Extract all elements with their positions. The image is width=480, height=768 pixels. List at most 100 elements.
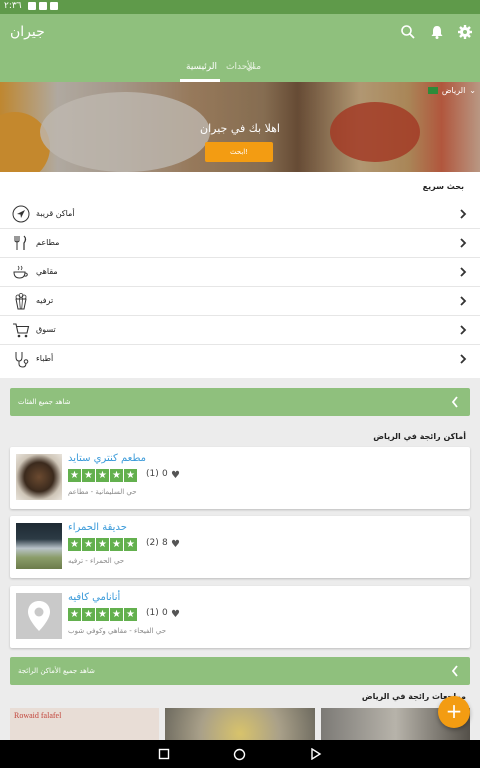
review-photos-strip: Rowaid falafel xyxy=(10,708,470,740)
chevron-right-icon xyxy=(460,354,467,364)
place-meta: حي الفيحاء - مقاهي وكوفي شوب xyxy=(68,627,167,635)
chevron-right-icon xyxy=(460,296,467,306)
place-name[interactable]: أنانامي كافيه xyxy=(68,592,120,603)
star-icon: ★ xyxy=(110,469,123,482)
photo-caption: Rowaid falafel xyxy=(14,711,62,720)
star-icon: ★ xyxy=(110,608,123,621)
chevron-down-icon: ⌄ xyxy=(469,86,476,95)
quick-item-doctors[interactable]: أطباء xyxy=(0,345,480,374)
quick-item-cafes[interactable]: مقاهي xyxy=(0,258,480,287)
star-icon: ★ xyxy=(124,538,137,551)
star-icon: ★ xyxy=(96,608,109,621)
star-icon: ★ xyxy=(96,469,109,482)
place-thumbnail xyxy=(16,523,62,569)
system-nav-bar xyxy=(0,740,480,768)
star-icon: ★ xyxy=(82,538,95,551)
chevron-right-icon xyxy=(460,267,467,277)
navigation-arrow-icon xyxy=(12,205,30,223)
quick-item-label: أماكن قريبة xyxy=(36,209,75,218)
place-rating-stars: ★ ★ ★ ★ ★ xyxy=(68,538,137,551)
chevron-right-icon xyxy=(460,238,467,248)
likes-count: 8 xyxy=(162,538,168,548)
quick-item-label: مطاعم xyxy=(36,238,60,247)
city-selector[interactable]: الرياض ⌄ xyxy=(427,86,476,95)
rating-count: (2) xyxy=(146,538,159,548)
home-icon[interactable] xyxy=(233,748,246,761)
place-thumbnail xyxy=(16,593,62,639)
quick-item-label: تسوق xyxy=(36,325,56,334)
stethoscope-icon xyxy=(15,352,29,368)
star-icon: ★ xyxy=(110,538,123,551)
likes-count: 0 xyxy=(162,608,168,618)
place-thumbnail xyxy=(16,454,62,500)
tab-home[interactable]: الرئيسية xyxy=(186,62,217,72)
heart-icon[interactable]: ♥ xyxy=(171,539,180,550)
settings-gear-icon[interactable] xyxy=(457,24,473,40)
map-pin-icon xyxy=(28,601,50,631)
quick-search-panel: بحث سريع أماكن قريبة مطاعم مقاهي ترفيه ت… xyxy=(0,172,480,378)
view-all-trending-label: شاهد جميع الأماكن الرائجة xyxy=(18,667,95,675)
review-photo[interactable]: Rowaid falafel xyxy=(10,708,160,740)
heart-icon[interactable]: ♥ xyxy=(171,609,180,620)
chevron-right-icon xyxy=(460,209,467,219)
place-rating-stars: ★ ★ ★ ★ ★ xyxy=(68,608,137,621)
quick-item-label: أطباء xyxy=(36,354,54,363)
app-bar: جيران مني الأحداث الرئيسية xyxy=(0,14,480,82)
view-all-categories-label: شاهد جميع الفئات xyxy=(18,398,71,406)
hero-banner: الرياض ⌄ اهلا بك في جيران ابحث! xyxy=(0,82,480,172)
app-title: جيران xyxy=(10,24,45,40)
tab-bar: مني الأحداث الرئيسية xyxy=(0,54,480,82)
flag-icon xyxy=(427,87,438,94)
tab-events[interactable]: الأحداث xyxy=(226,62,255,72)
place-card[interactable]: أنانامي كافيه ★ ★ ★ ★ ★ (1) 0 ♥ حي الفيحاء -… xyxy=(10,586,470,648)
view-all-categories-button[interactable]: شاهد جميع الفئات xyxy=(10,388,470,416)
place-card[interactable]: مطعم كنتري ستايد ★ ★ ★ ★ ★ (1) 0 ♥ حي السليم… xyxy=(10,447,470,509)
search-icon[interactable] xyxy=(400,24,416,40)
fork-knife-icon xyxy=(14,235,27,250)
search-cta-button[interactable]: ابحث! xyxy=(205,142,273,162)
trending-places-title: أماكن رائجة في الرياض xyxy=(373,432,466,441)
rating-count: (1) xyxy=(146,608,159,618)
review-photo[interactable] xyxy=(165,708,315,740)
place-meta: حي السليمانية - مطاعم xyxy=(68,488,137,496)
star-icon: ★ xyxy=(124,608,137,621)
star-icon: ★ xyxy=(96,538,109,551)
status-time: ٢:٣٦ xyxy=(4,1,22,11)
welcome-text: اهلا بك في جيران xyxy=(200,122,280,135)
place-rating-stars: ★ ★ ★ ★ ★ xyxy=(68,469,137,482)
likes-count: 0 xyxy=(162,469,168,479)
location-icon xyxy=(50,2,58,10)
heart-icon[interactable]: ♥ xyxy=(171,470,180,481)
status-icons xyxy=(28,2,58,10)
star-icon: ★ xyxy=(68,608,81,621)
place-name[interactable]: حديقة الحمراء xyxy=(68,522,127,533)
wifi-icon xyxy=(39,2,47,10)
status-bar: ٢:٣٦ xyxy=(0,0,480,14)
star-icon: ★ xyxy=(82,469,95,482)
quick-item-restaurants[interactable]: مطاعم xyxy=(0,229,480,258)
chevron-left-icon xyxy=(451,396,458,408)
quick-item-entertainment[interactable]: ترفيه xyxy=(0,287,480,316)
quick-item-shopping[interactable]: تسوق xyxy=(0,316,480,345)
chevron-left-icon xyxy=(451,665,458,677)
shopping-cart-icon xyxy=(13,323,30,338)
city-name: الرياض xyxy=(441,86,466,95)
star-icon: ★ xyxy=(124,469,137,482)
coffee-cup-icon xyxy=(13,265,28,279)
view-all-trending-button[interactable]: شاهد جميع الأماكن الرائجة xyxy=(10,657,470,685)
chevron-right-icon xyxy=(460,325,467,335)
recents-icon[interactable] xyxy=(158,748,170,760)
quick-item-nearby[interactable]: أماكن قريبة xyxy=(0,200,480,229)
place-card[interactable]: حديقة الحمراء ★ ★ ★ ★ ★ (2) 8 ♥ حي الحمراء -… xyxy=(10,516,470,578)
place-meta: حي الحمراء - ترفيه xyxy=(68,557,125,565)
quick-item-label: مقاهي xyxy=(36,267,58,276)
star-icon: ★ xyxy=(68,469,81,482)
quick-search-title: بحث سريع xyxy=(422,182,464,191)
place-name[interactable]: مطعم كنتري ستايد xyxy=(68,453,146,464)
lock-icon xyxy=(28,2,36,10)
add-fab-button[interactable]: + xyxy=(438,696,470,728)
notifications-bell-icon[interactable] xyxy=(429,24,445,40)
back-icon[interactable] xyxy=(310,748,322,760)
rating-count: (1) xyxy=(146,469,159,479)
star-icon: ★ xyxy=(82,608,95,621)
